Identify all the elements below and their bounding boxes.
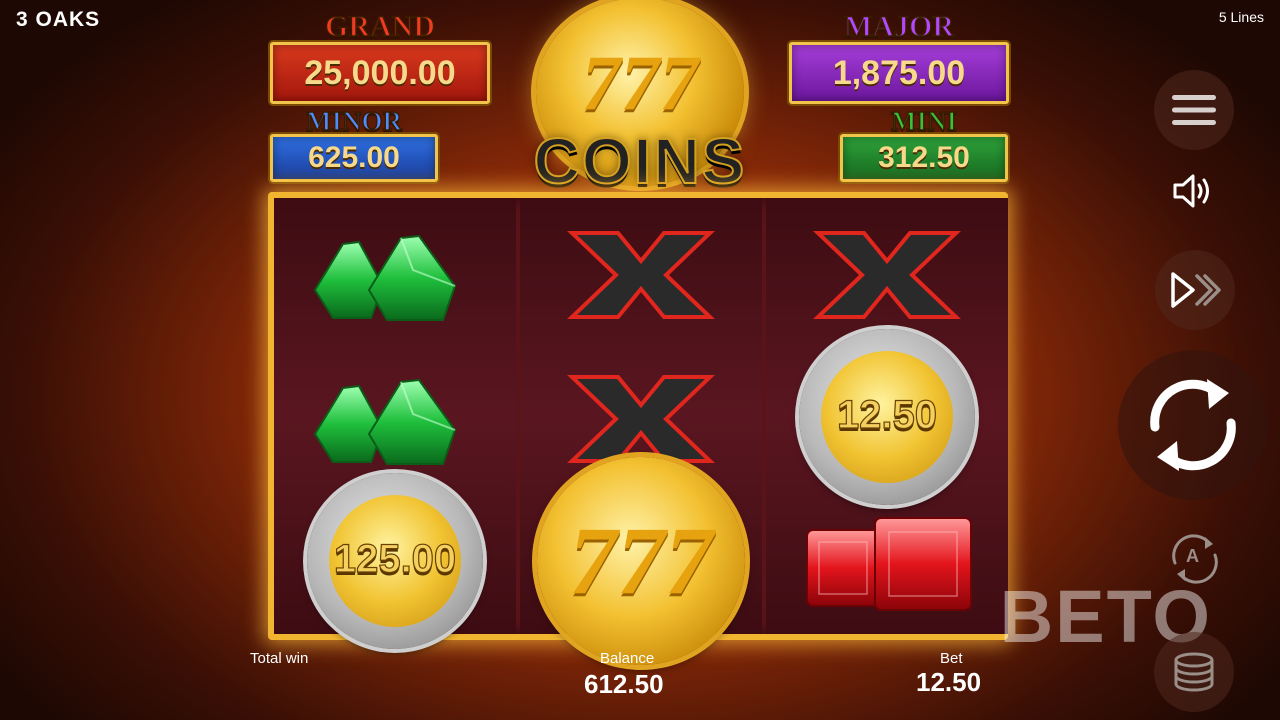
spin-icon [1150, 379, 1236, 471]
x-symbol-icon [813, 230, 961, 319]
jackpot-major: MAJOR 1,875.00 [788, 10, 1010, 104]
bet-settings-button[interactable] [1154, 632, 1234, 712]
coin-value: 125.00 [333, 536, 457, 581]
silver-coin: 125.00 [307, 472, 483, 649]
jackpot-grand: GRAND 25,000.00 [270, 10, 490, 104]
symbol-red-gems [766, 490, 1008, 635]
fast-forward-icon [1171, 272, 1221, 308]
red-gems-icon [806, 516, 972, 611]
jackpot-major-value: 1,875.00 [789, 42, 1009, 104]
turbo-button[interactable] [1155, 250, 1235, 330]
balance-value: 612.50 [584, 669, 664, 699]
gold-777-coin: 777 [537, 456, 745, 665]
jackpot-grand-value: 25,000.00 [270, 42, 490, 104]
jackpot-minor-value: 625.00 [270, 134, 438, 182]
bet-value[interactable]: 12.50 [916, 667, 981, 698]
coin-stack-icon [1174, 652, 1214, 692]
green-gems-icon [313, 378, 457, 465]
menu-button[interactable] [1154, 70, 1234, 150]
symbol-silver-coin: 125.00 [274, 472, 516, 649]
jackpot-major-title: MAJOR [843, 10, 954, 43]
speaker-icon [1173, 174, 1209, 208]
coin-value: 12.50 [836, 392, 938, 437]
brand-logo: 3 OAKS [16, 8, 101, 31]
symbol-x [520, 202, 762, 347]
reel-2: 777 [520, 198, 762, 665]
jackpot-mini: MINI 312.50 [840, 106, 1008, 182]
green-gems-icon [313, 234, 457, 321]
x-symbol-icon [567, 374, 715, 463]
menu-icon [1172, 95, 1216, 125]
total-win-label: Total win [250, 650, 309, 667]
game-logo: COINS [533, 125, 747, 197]
symbol-x [766, 202, 1008, 347]
symbol-gold-777-coin: 777 [520, 456, 762, 665]
autoplay-button[interactable]: A [1162, 526, 1228, 592]
x-symbol-icon [567, 230, 715, 319]
jackpot-grand-title: GRAND [324, 10, 436, 43]
logo-coin-mark: 777 [581, 39, 699, 126]
bet-label: Bet [940, 650, 963, 667]
symbol-green-gems [274, 202, 516, 347]
reel-frame: 125.00 777 12.50 [268, 192, 1008, 665]
lines-indicator: 5 Lines [1218, 9, 1264, 25]
jackpot-mini-value: 312.50 [840, 134, 1008, 182]
jackpot-mini-title: MINI [890, 106, 958, 136]
jackpot-minor: MINOR 625.00 [270, 106, 438, 182]
symbol-silver-coin: 12.50 [766, 328, 1008, 505]
coin-mark: 777 [569, 506, 713, 614]
jackpot-minor-title: MINOR [305, 106, 403, 136]
reel-3: 12.50 [766, 198, 1008, 634]
autoplay-letter: A [1186, 546, 1199, 566]
silver-coin: 12.50 [799, 328, 975, 505]
spin-button[interactable] [1118, 350, 1268, 500]
symbol-green-gems [274, 346, 516, 491]
balance-label: Balance [600, 650, 655, 667]
sound-button[interactable] [1164, 166, 1224, 216]
reel-1: 125.00 [274, 198, 516, 649]
